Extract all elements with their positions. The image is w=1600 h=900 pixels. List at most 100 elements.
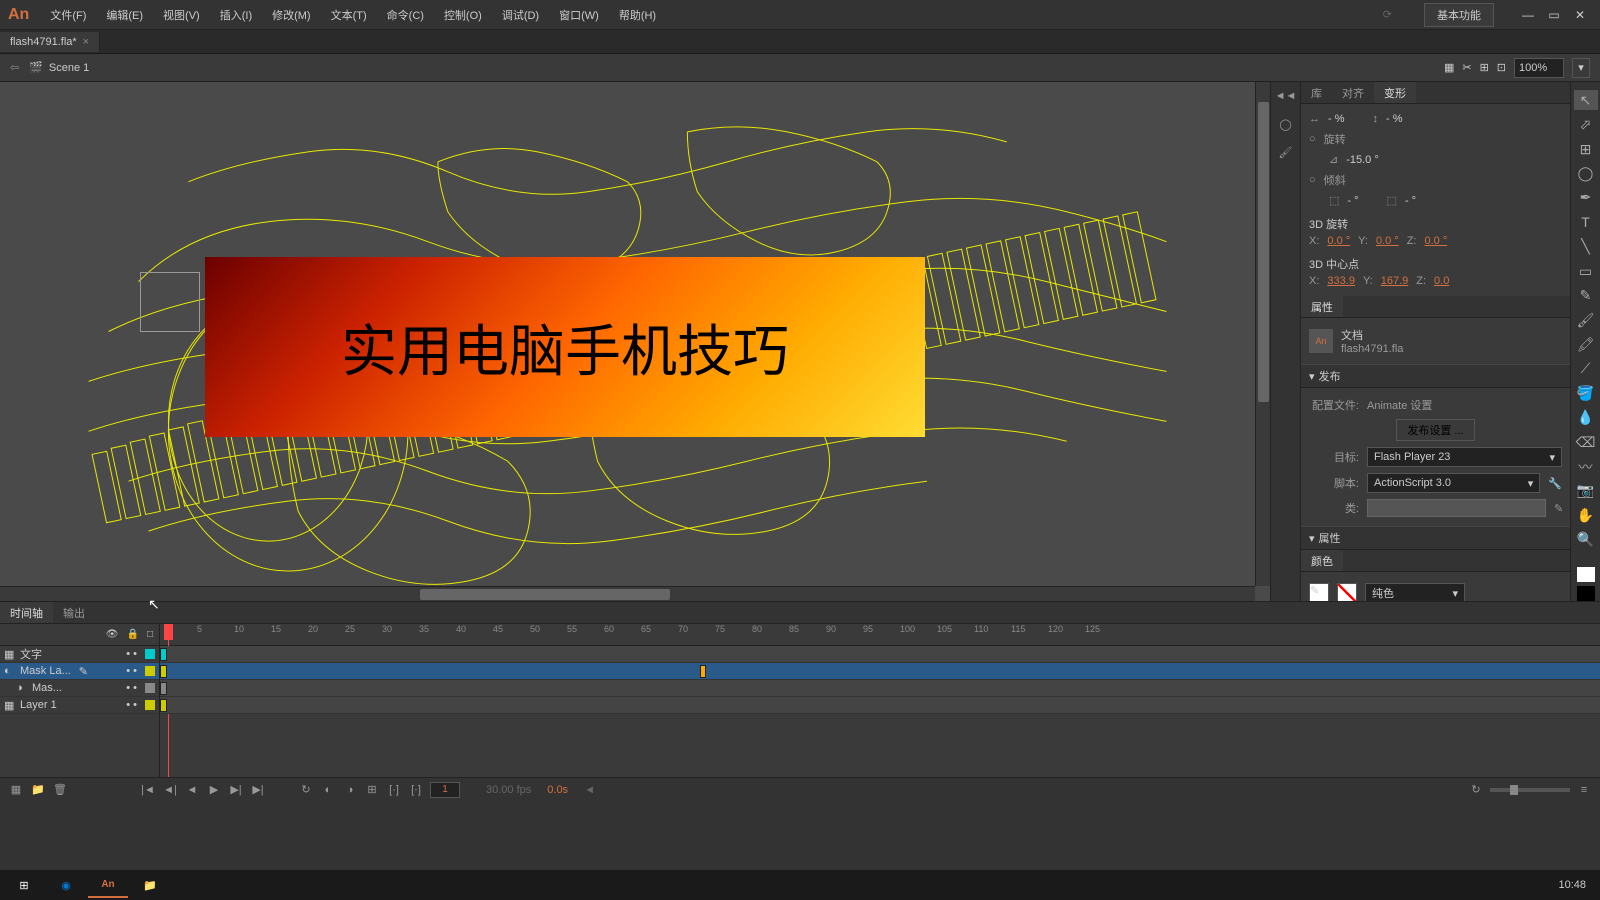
menu-insert[interactable]: 插入(I) (214, 3, 258, 27)
class-input[interactable] (1367, 499, 1546, 517)
close-button[interactable]: ✕ (1568, 6, 1592, 24)
frame-ruler[interactable]: 1510152025303540455055606570758085909510… (160, 624, 1600, 646)
new-layer-button[interactable]: ▦ (8, 782, 24, 798)
edge-taskbar-icon[interactable]: ◉ (46, 872, 86, 898)
rot3d-y[interactable]: 0.0 ° (1376, 235, 1399, 247)
current-frame-input[interactable] (430, 782, 460, 798)
keyframe[interactable] (700, 665, 706, 678)
keyframe[interactable] (160, 648, 167, 661)
rot3d-x[interactable]: 0.0 ° (1327, 235, 1350, 247)
tab-color[interactable]: 颜色 (1301, 550, 1343, 571)
layer-masked[interactable]: ◑Mas...• • (0, 680, 159, 697)
tab-transform[interactable]: 变形 (1374, 82, 1416, 103)
next-button[interactable]: ▶| (228, 782, 244, 798)
rotate-value[interactable]: -15.0 ° (1346, 154, 1379, 166)
selection-tool[interactable]: ↖ (1574, 90, 1598, 110)
stage-canvas[interactable]: 实用电脑手机技巧 (0, 82, 1255, 586)
eraser-tool[interactable]: ⌫ (1574, 432, 1598, 452)
line-tool[interactable]: ╲ (1574, 237, 1598, 257)
brush-tool[interactable]: 🖌 (1574, 310, 1598, 330)
center-frame-button[interactable]: ↻ (1468, 782, 1484, 798)
pencil-icon[interactable]: ✎ (1554, 502, 1563, 515)
keyframe[interactable] (160, 699, 167, 712)
publish-section-header[interactable]: ▾发布 (1301, 364, 1570, 388)
lasso-tool[interactable]: ◯ (1574, 163, 1598, 183)
tab-properties[interactable]: 属性 (1301, 296, 1343, 317)
zoom-slider[interactable] (1490, 788, 1570, 792)
dock-cc-icon[interactable]: ◯ (1276, 114, 1296, 134)
delete-layer-button[interactable]: 🗑 (52, 782, 68, 798)
stroke-color[interactable] (1577, 567, 1595, 582)
fill-color-icon[interactable] (1337, 583, 1357, 601)
start-button[interactable]: ⊞ (4, 872, 44, 898)
stage-scrollbar-vertical[interactable] (1255, 82, 1270, 586)
outline-icon[interactable]: □ (147, 629, 153, 640)
sync-icon[interactable]: ⟳ (1383, 8, 1392, 21)
tab-timeline[interactable]: 时间轴 (0, 602, 53, 623)
frame-row-3[interactable] (160, 680, 1600, 697)
stroke-color-icon[interactable]: ✎ (1309, 583, 1329, 601)
skew-radio[interactable]: ○ (1309, 174, 1316, 186)
new-folder-button[interactable]: 📁 (30, 782, 46, 798)
clip-icon[interactable]: ✂ (1462, 61, 1471, 74)
wrench-icon[interactable]: 🔧 (1548, 477, 1562, 490)
text-tool[interactable]: T (1574, 212, 1598, 232)
animate-taskbar-icon[interactable]: An (88, 872, 128, 898)
gradient-banner[interactable]: 实用电脑手机技巧 (205, 257, 925, 437)
paint-bucket-tool[interactable]: 🪣 (1574, 383, 1598, 403)
taskbar-clock[interactable]: 10:48 (1548, 879, 1596, 891)
play-button[interactable]: ▶ (206, 782, 222, 798)
tab-align[interactable]: 对齐 (1332, 82, 1374, 103)
edit-multiple-button[interactable]: ⊞ (364, 782, 380, 798)
script-dropdown[interactable]: ActionScript 3.0▾ (1367, 473, 1540, 493)
paint-brush-tool[interactable]: 🖍 (1574, 334, 1598, 354)
props-section-header[interactable]: ▾属性 (1301, 526, 1570, 550)
frame-row-2[interactable] (160, 663, 1600, 680)
marker-button[interactable]: [·] (386, 782, 402, 798)
menu-window[interactable]: 窗口(W) (553, 3, 605, 27)
rotate-radio[interactable]: ○ (1309, 133, 1316, 145)
layer-mask[interactable]: ◐Mask La...✎• • (0, 663, 159, 680)
keyframe[interactable] (160, 665, 167, 678)
onion-skin-button[interactable]: ◐ (320, 782, 336, 798)
color-type-dropdown[interactable]: 纯色▾ (1365, 583, 1465, 601)
rectangle-tool[interactable]: ▭ (1574, 261, 1598, 281)
tab-output[interactable]: 输出 (53, 602, 95, 623)
zoom-input[interactable] (1514, 58, 1564, 78)
scene-breadcrumb[interactable]: 🎬 Scene 1 (29, 61, 89, 74)
timeline-menu-button[interactable]: ≡ (1576, 782, 1592, 798)
dock-expand-icon[interactable]: ◄◄ (1276, 86, 1296, 106)
layer-1[interactable]: ▦Layer 1• • (0, 697, 159, 714)
center3d-z[interactable]: 0.0 (1434, 275, 1449, 287)
document-tab[interactable]: flash4791.fla* × (0, 32, 100, 52)
zoom-tool[interactable]: 🔍 (1574, 530, 1598, 550)
menu-help[interactable]: 帮助(H) (613, 3, 662, 27)
width-tool[interactable]: 〰 (1574, 456, 1598, 476)
menu-control[interactable]: 控制(O) (438, 3, 488, 27)
grid-icon[interactable]: ⊞ (1480, 61, 1489, 74)
menu-view[interactable]: 视图(V) (157, 3, 206, 27)
menu-file[interactable]: 文件(F) (44, 3, 92, 27)
back-icon[interactable]: ⇦ (10, 61, 19, 74)
minimize-button[interactable]: — (1516, 6, 1540, 24)
stage-scrollbar-horizontal[interactable] (0, 586, 1255, 601)
eyedropper-tool[interactable]: 💧 (1574, 407, 1598, 427)
fill-color[interactable] (1577, 586, 1595, 601)
camera-tool[interactable]: 📷 (1574, 481, 1598, 501)
free-transform-tool[interactable]: ⊞ (1574, 139, 1598, 159)
lock-icon[interactable]: 🔒 (127, 629, 139, 640)
workspace-selector[interactable]: 基本功能 (1424, 3, 1494, 27)
loop-button[interactable]: ↻ (298, 782, 314, 798)
layer-text[interactable]: ▦文字• • (0, 646, 159, 663)
zoom-dropdown[interactable]: ▾ (1572, 58, 1590, 78)
menu-debug[interactable]: 调试(D) (496, 3, 545, 27)
pencil-tool[interactable]: ✎ (1574, 285, 1598, 305)
menu-text[interactable]: 文本(T) (325, 3, 373, 27)
explorer-taskbar-icon[interactable]: 📁 (130, 872, 170, 898)
prev-button[interactable]: ◄ (184, 782, 200, 798)
subselection-tool[interactable]: ⬀ (1574, 114, 1598, 134)
tab-library[interactable]: 库 (1301, 82, 1332, 103)
first-frame-button[interactable]: |◄ (140, 782, 156, 798)
bone-tool[interactable]: ⟋ (1574, 359, 1598, 379)
center-icon[interactable]: ⊡ (1497, 61, 1506, 74)
